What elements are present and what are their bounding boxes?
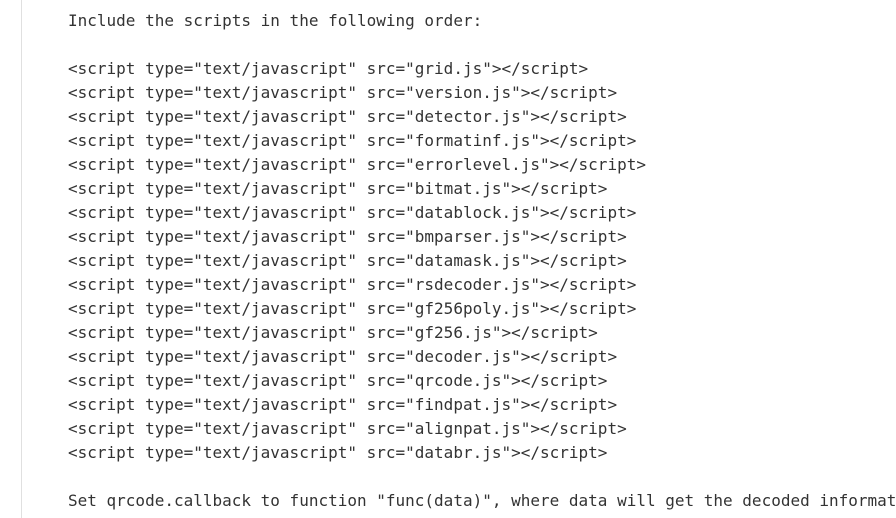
script-line: <script type="text/javascript" src="vers… [68,83,618,102]
script-line: <script type="text/javascript" src="qrco… [68,371,608,390]
blank-line-top [68,33,896,57]
closing-paragraph: Set qrcode.callback to function "func(da… [68,491,896,510]
script-line: <script type="text/javascript" src="data… [68,443,608,462]
intro-paragraph: Include the scripts in the following ord… [68,11,483,30]
script-include-list: <script type="text/javascript" src="grid… [68,57,896,465]
script-line: <script type="text/javascript" src="gf25… [68,323,598,342]
script-line: <script type="text/javascript" src="gf25… [68,299,637,318]
script-line: <script type="text/javascript" src="data… [68,203,637,222]
blank-line-bottom [68,465,896,489]
readme-content: Include the scripts in the following ord… [68,9,896,513]
script-line: <script type="text/javascript" src="deco… [68,347,618,366]
script-line: <script type="text/javascript" src="grid… [68,59,589,78]
script-line: <script type="text/javascript" src="erro… [68,155,646,174]
script-line: <script type="text/javascript" src="data… [68,251,627,270]
readme-page: Include the scripts in the following ord… [0,0,896,518]
script-line: <script type="text/javascript" src="form… [68,131,637,150]
script-line: <script type="text/javascript" src="rsde… [68,275,637,294]
script-line: <script type="text/javascript" src="dete… [68,107,627,126]
script-line: <script type="text/javascript" src="alig… [68,419,627,438]
script-line: <script type="text/javascript" src="bmpa… [68,227,627,246]
script-line: <script type="text/javascript" src="bitm… [68,179,608,198]
left-vertical-rule [21,0,22,518]
script-line: <script type="text/javascript" src="find… [68,395,618,414]
